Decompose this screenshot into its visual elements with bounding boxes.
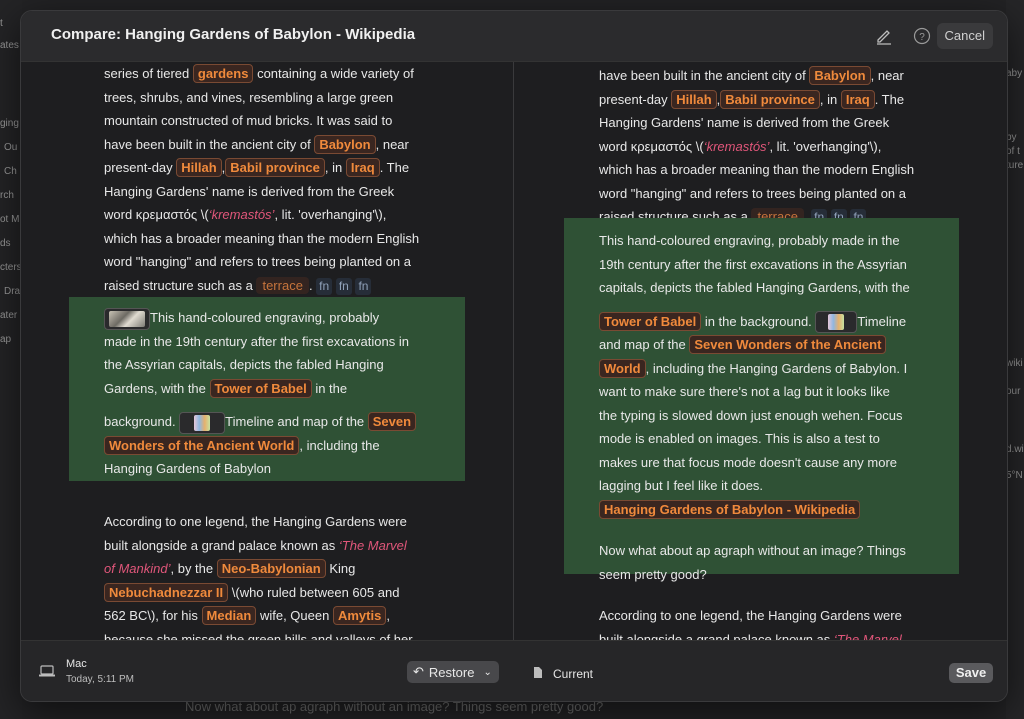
link-iraq[interactable]: Iraq bbox=[345, 158, 380, 177]
bg-right-label: 5°N bbox=[1006, 470, 1023, 481]
link-hillah[interactable]: Hillah bbox=[671, 89, 717, 109]
bg-side-label: Ch bbox=[4, 166, 17, 177]
paragraph-engraving: This hand-coloured engraving, probably m… bbox=[599, 233, 910, 582]
link-babylon[interactable]: Babylon bbox=[809, 66, 871, 85]
link-median[interactable]: Median bbox=[201, 606, 257, 625]
link-neo-babylonian[interactable]: Neo-Babylonian bbox=[216, 559, 326, 578]
link-iraq[interactable]: Iraq bbox=[840, 89, 875, 109]
bg-right-label: by bbox=[1006, 132, 1017, 143]
paragraph-legend: According to one legend, the Hanging Gar… bbox=[599, 604, 979, 640]
map-image-thumbnail[interactable] bbox=[179, 411, 226, 434]
revision-time: Today, 5:11 PM bbox=[66, 674, 134, 685]
bg-right-label: wiki bbox=[1006, 358, 1023, 369]
bg-right-label: ture bbox=[1006, 160, 1024, 171]
footnote[interactable]: fn bbox=[335, 277, 352, 295]
bg-side-label: cters bbox=[0, 262, 22, 273]
italic-marvel: ‘The Marvel bbox=[338, 537, 407, 553]
link-seven[interactable]: Seven bbox=[367, 412, 417, 432]
bg-side-label: ater bbox=[0, 310, 18, 321]
dialog-footer: Mac Today, 5:11 PM ↶ Restore ⌄ Current S… bbox=[21, 640, 1007, 701]
link-world[interactable]: World bbox=[599, 358, 646, 378]
italic-marvel: ‘The Marvel bbox=[833, 631, 902, 641]
bg-side-label: ds bbox=[0, 238, 11, 249]
revision-pane[interactable]: series of tiered gardens containing a wi… bbox=[21, 62, 514, 640]
current-label: Current bbox=[553, 667, 594, 681]
paragraph-legend: According to one legend, the Hanging Gar… bbox=[104, 514, 413, 640]
pencil-icon[interactable] bbox=[873, 25, 895, 47]
paragraph: have been built in the ancient city of B… bbox=[599, 66, 915, 226]
cancel-button[interactable]: Cancel bbox=[936, 23, 993, 49]
link-nebuchadnezzar[interactable]: Nebuchadnezzar II bbox=[104, 582, 229, 602]
link-babil-province[interactable]: Babil province bbox=[720, 89, 820, 109]
bg-side-label: ging bbox=[0, 118, 19, 129]
engraving-image-thumbnail[interactable] bbox=[104, 307, 150, 330]
paragraph-engraving: This hand-coloured engraving, probably m… bbox=[104, 306, 464, 481]
chevron-down-icon[interactable]: ⌄ bbox=[483, 667, 491, 678]
link-terrace[interactable]: terrace bbox=[256, 276, 309, 294]
undo-icon: ↶ bbox=[413, 664, 424, 679]
bg-right-label: of t bbox=[1006, 146, 1020, 157]
link-seven-wonders[interactable]: Seven Wonders of the Ancient bbox=[689, 335, 887, 355]
svg-text:?: ? bbox=[919, 32, 925, 43]
footnote[interactable]: fn bbox=[355, 277, 372, 295]
bg-side-label: t bbox=[0, 18, 3, 29]
paragraph: series of tiered gardens containing a wi… bbox=[104, 64, 420, 295]
bg-side-label: ates bbox=[0, 40, 19, 51]
revision-device: Mac bbox=[66, 658, 87, 670]
bg-side-label: Ou bbox=[4, 142, 18, 153]
bg-side-label: ot M bbox=[0, 214, 20, 225]
help-icon[interactable]: ? bbox=[911, 25, 933, 47]
link-babil-province[interactable]: Babil province bbox=[225, 158, 325, 177]
link-hillah[interactable]: Hillah bbox=[176, 158, 222, 177]
italic-of-mankind: of Mankind’ bbox=[104, 561, 171, 576]
bg-right-label: d.wi bbox=[1006, 444, 1024, 455]
restore-button[interactable]: ↶ Restore ⌄ bbox=[407, 661, 499, 683]
current-pane[interactable]: have been built in the ancient city of B… bbox=[514, 62, 1007, 640]
link-tower-of-babel[interactable]: Tower of Babel bbox=[209, 378, 312, 398]
document-icon bbox=[533, 666, 543, 684]
background-right-panel: aby by of t ture wiki our d.wi 5°N bbox=[1006, 0, 1024, 719]
laptop-icon bbox=[39, 664, 55, 682]
bg-right-label: aby bbox=[1006, 68, 1023, 79]
italic-kremastos: ‘kremastós’ bbox=[208, 207, 275, 222]
footnote[interactable]: fn bbox=[316, 277, 333, 295]
bg-right-label: our bbox=[1006, 386, 1021, 397]
link-tower-of-babel[interactable]: Tower of Babel bbox=[599, 311, 702, 331]
bg-side-label: rch bbox=[0, 190, 14, 201]
background-sidebar: t ates ging Ou Ch rch ot M ds cters Dra … bbox=[0, 0, 22, 719]
dialog-titlebar: Compare: Hanging Gardens of Babylon - Wi… bbox=[21, 11, 1007, 62]
compare-dialog: Compare: Hanging Gardens of Babylon - Wi… bbox=[20, 10, 1008, 702]
link-hanging-gardens-wikipedia[interactable]: Hanging Gardens of Babylon - Wikipedia bbox=[599, 499, 861, 519]
dialog-title: Compare: Hanging Gardens of Babylon - Wi… bbox=[51, 26, 416, 43]
link-babylon[interactable]: Babylon bbox=[314, 134, 376, 154]
save-button[interactable]: Save bbox=[949, 663, 993, 683]
bg-side-label: Dra bbox=[4, 286, 21, 297]
link-amytis[interactable]: Amytis bbox=[332, 606, 387, 625]
link-gardens[interactable]: gardens bbox=[192, 64, 254, 83]
italic-kremastos: ‘kremastós’ bbox=[703, 138, 770, 154]
map-image-thumbnail[interactable] bbox=[815, 311, 858, 334]
bg-side-label: ap bbox=[0, 334, 12, 345]
link-wonders-of-the-ancient-world[interactable]: Wonders of the Ancient World bbox=[104, 435, 300, 455]
